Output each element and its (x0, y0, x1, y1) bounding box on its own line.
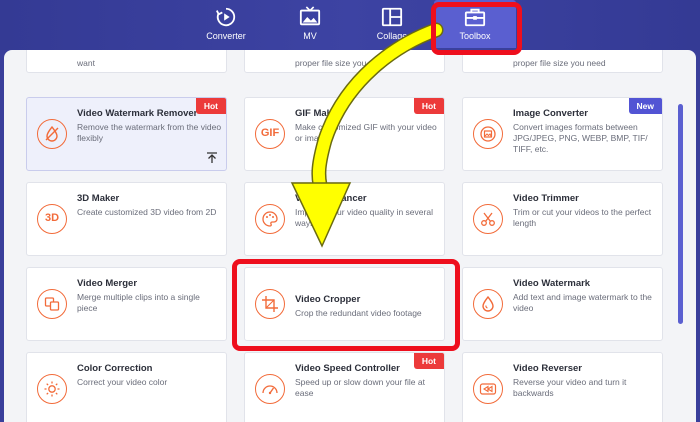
tool-card-3d-maker[interactable]: 3D 3D Maker Create customized 3D video f… (26, 182, 227, 256)
nav-converter[interactable]: Converter (184, 0, 268, 48)
tool-desc: Improve your video quality in several wa… (295, 207, 433, 228)
scrollbar-thumb[interactable] (678, 104, 683, 324)
palette-icon (262, 211, 278, 227)
tool-card-video-trimmer[interactable]: Video Trimmer Trim or cut your videos to… (462, 182, 663, 256)
tool-card-video-merger[interactable]: Video Merger Merge multiple clips into a… (26, 267, 227, 341)
tool-title: Video Trimmer (513, 193, 579, 204)
tool-desc: Trim or cut your videos to the perfect l… (513, 207, 652, 228)
3d-icon: 3D (44, 212, 60, 224)
scissors-icon (481, 212, 495, 226)
tool-title: Video Watermark (513, 278, 591, 289)
sun-icon (44, 381, 60, 397)
tool-icon-circle: GIF (255, 119, 285, 149)
tool-card-gif-maker[interactable]: GIF GIF Maker Make customized GIF with y… (244, 97, 445, 171)
tool-card-video-cropper[interactable]: Video Cropper Crop the redundant video f… (244, 267, 445, 341)
new-badge: New (628, 98, 662, 114)
tool-title: Video Merger (77, 278, 138, 289)
gif-icon: GIF (260, 127, 280, 139)
tool-title: GIF Maker (295, 108, 341, 119)
tool-icon-circle (473, 204, 503, 234)
tool-icon-circle: 3D (37, 204, 67, 234)
hot-badge: Hot (195, 98, 226, 114)
tool-title: Video Speed Controller (295, 363, 400, 374)
tool-title: 3D Maker (77, 193, 120, 204)
tool-card-video-enhancer[interactable]: Video Enhancer Improve your video qualit… (244, 182, 445, 256)
tool-desc: Make customized GIF with your video or i… (295, 122, 437, 143)
pin-to-top-icon[interactable] (206, 152, 218, 164)
nav-mv[interactable]: MV (268, 0, 352, 48)
tool-card-image-converter[interactable]: Image Converter Convert images formats b… (462, 97, 663, 171)
converter-icon (216, 7, 236, 27)
hot-badge: Hot (413, 98, 444, 114)
tool-card-partial-3[interactable]: proper file size you need (462, 50, 663, 73)
tool-icon-circle (37, 119, 67, 149)
tool-card-color-correction[interactable]: Color Correction Correct your video colo… (26, 352, 227, 422)
tool-icon-circle (255, 374, 285, 404)
image-convert-icon (480, 126, 496, 142)
tool-title: Video Watermark Remover (77, 108, 198, 119)
top-navigation: Converter MV Collage Toolbox (0, 0, 700, 50)
mv-icon (299, 6, 321, 26)
hot-badge: Hot (413, 353, 444, 369)
water-drop-slash-icon (45, 125, 59, 142)
tool-card-video-reverser[interactable]: Video Reverser Reverse your video and tu… (462, 352, 663, 422)
tool-card-partial-1[interactable]: want (26, 50, 227, 73)
nav-mv-label: MV (303, 31, 317, 41)
tool-icon-circle (37, 374, 67, 404)
tool-desc: Correct your video color (77, 377, 168, 387)
nav-converter-label: Converter (206, 31, 246, 41)
tool-desc: Crop the redundant video footage (295, 308, 422, 318)
tool-title: Video Reverser (513, 363, 583, 374)
toolbox-panel: want proper file size you need proper fi… (4, 50, 696, 422)
tool-desc: Merge multiple clips into a single piece (77, 292, 200, 313)
merge-icon (44, 297, 60, 311)
nav-collage-label: Collage (376, 31, 408, 41)
tool-desc: Remove the watermark from the video flex… (77, 122, 222, 143)
collage-icon (381, 7, 403, 27)
water-drop-icon (482, 295, 494, 312)
toolbox-icon (464, 8, 486, 27)
rewind-icon (479, 383, 497, 395)
tool-icon-circle (37, 289, 67, 319)
tool-card-video-watermark[interactable]: Video Watermark Add text and image water… (462, 267, 663, 341)
tool-title: Video Enhancer (295, 193, 367, 204)
tool-desc: Add text and image watermark to the vide… (513, 292, 652, 313)
tool-icon-circle (255, 204, 285, 234)
tool-icon-circle (473, 289, 503, 319)
tool-icon-circle (473, 119, 503, 149)
tool-desc: Speed up or slow down your file at ease (295, 377, 425, 398)
tool-card-video-speed-controller[interactable]: Video Speed Controller Speed up or slow … (244, 352, 445, 422)
tool-desc: Convert images formats between JPG/JPEG,… (513, 122, 648, 154)
tool-desc: proper file size you need (513, 58, 606, 68)
tool-title: Color Correction (77, 363, 153, 374)
tool-icon-circle (255, 289, 285, 319)
tool-desc: proper file size you need (295, 58, 388, 68)
tool-desc: Create customized 3D video from 2D (77, 207, 217, 217)
nav-collage[interactable]: Collage (350, 0, 434, 48)
crop-icon (262, 296, 278, 312)
nav-toolbox[interactable]: Toolbox (434, 0, 516, 48)
speedometer-icon (262, 385, 278, 395)
tool-icon-circle (473, 374, 503, 404)
tool-card-partial-2[interactable]: proper file size you need (244, 50, 445, 73)
tool-title: Video Cropper (295, 294, 361, 305)
nav-toolbox-label: Toolbox (459, 31, 491, 41)
tool-title: Image Converter (513, 108, 588, 119)
tool-card-video-watermark-remover[interactable]: Video Watermark Remover Remove the water… (26, 97, 227, 171)
tool-desc: Reverse your video and turn it backwards (513, 377, 627, 398)
tool-desc: want (77, 58, 95, 68)
